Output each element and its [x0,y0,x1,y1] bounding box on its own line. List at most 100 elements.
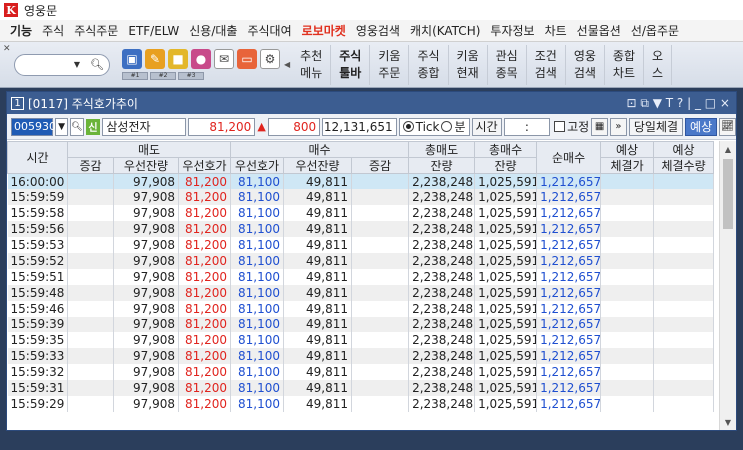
fixed-checkbox[interactable]: 고정 [554,118,589,135]
menu-hero-search[interactable]: 영웅검색 [351,22,405,39]
lock-icon[interactable]: ■ [168,49,188,69]
toolbar-kiwoom-order-button[interactable]: 키움 주문 [370,44,410,85]
monitor-icon[interactable]: ▭ [237,49,257,69]
forecast-button[interactable]: 예상 [685,117,718,136]
toolbar-recommend-menu-button[interactable]: 추천 메뉴 [292,44,332,85]
toolbar-kiwoom-current-button[interactable]: 키움 현재 [449,44,488,85]
save-icon[interactable]: ▣ [122,49,142,69]
radio-tick[interactable] [402,121,414,132]
stock-name-field[interactable]: 삼성전자 [102,117,187,136]
table-cell: 81,200 [178,364,232,381]
menu-chart[interactable]: 차트 [540,22,572,39]
col-buy-best-price[interactable]: 우선호가 [230,157,285,174]
table-cell: 1,212,657 [536,173,602,190]
toolbar-more-button[interactable]: 오스 [644,44,673,85]
table-row[interactable]: 15:59:39 97,908 81,200 81,100 49,811 2,238,24… [7,316,715,333]
table-row[interactable]: 15:59:52 97,908 81,200 81,100 49,811 2,238,24… [7,252,715,269]
table-row[interactable]: 15:59:53 97,908 81,200 81,100 49,811 2,238,24… [7,237,715,253]
menu-function[interactable]: 기능 [0,22,37,39]
toolbar-watchlist-button[interactable]: 관심 종목 [488,44,527,85]
table-cell: 81,200 [178,237,232,253]
menu-katch[interactable]: 캐치(KATCH) [405,22,485,39]
menu-credit-loan[interactable]: 신용/대출 [184,22,242,39]
toolbar-stock-summary-button[interactable]: 주식 종합 [409,44,449,85]
screen-search-combo[interactable]: ▼ 🔍︎ [14,53,110,76]
table-row[interactable]: 15:59:59 97,908 81,200 81,100 49,811 2,238,24… [7,189,715,206]
col-buy-best-qty[interactable]: 우선잔량 [283,157,353,174]
search-icon[interactable]: 🔍︎ [70,117,84,136]
table-row[interactable]: 15:59:35 97,908 81,200 81,100 49,811 2,238,24… [7,332,715,349]
time-input[interactable]: : [503,117,551,136]
table-cell [351,364,410,381]
col-time[interactable]: 시간 [7,141,68,174]
camera-icon[interactable]: ● [191,49,211,69]
col-total-sell-qty[interactable]: 잔량 [408,157,476,174]
menu-etf-elw[interactable]: ETF/ELW [123,24,184,38]
menu-stock-lending[interactable]: 주식대여 [242,22,296,39]
table-row[interactable]: 15:59:46 97,908 81,200 81,100 49,811 2,238,24… [7,300,715,317]
toolbar-condition-search-button[interactable]: 조건 검색 [527,44,566,85]
table-row[interactable]: 15:59:51 97,908 81,200 81,100 49,811 2,238,24… [7,268,715,285]
table-cell: 1,212,657 [536,237,602,253]
scroll-thumb[interactable] [723,159,733,229]
table-row[interactable]: 15:59:29 97,908 81,200 81,100 49,811 2,238,24… [7,395,715,412]
search-icon[interactable]: 🔍︎ [89,57,105,73]
gear-icon[interactable]: ⚙ [260,49,280,69]
col-exp-2: 예상 [653,141,715,158]
scroll-down-icon[interactable]: ▼ [720,414,736,430]
toolbar-hero-search-button[interactable]: 영웅 검색 [566,44,605,85]
toolbar-combined-chart-button[interactable]: 종합 차트 [605,44,644,85]
radio-minute[interactable] [441,121,453,132]
table-cell: 1,025,591 [474,205,538,222]
col-sell-best-qty[interactable]: 우선잔량 [113,157,179,174]
table-row[interactable]: 15:59:56 97,908 81,200 81,100 49,811 2,238,24… [7,221,715,238]
checkbox-box[interactable] [554,121,566,132]
table-row[interactable]: 15:59:32 97,908 81,200 81,100 49,811 2,238,24… [7,364,715,381]
edit-icon[interactable]: ✎ [145,49,165,69]
table-row[interactable]: 15:59:58 97,908 81,200 81,100 49,811 2,238,24… [7,205,715,222]
menu-robo-market[interactable]: 로보마켓 [297,22,351,39]
window-controls[interactable]: ⊡ ⧉ ▼ T ? | _ □ × [626,96,736,111]
workspace-slot-3[interactable]: #3 [178,72,204,80]
chevron-down-icon[interactable]: ▼ [55,117,69,136]
col-sell-change[interactable]: 증감 [67,157,114,174]
col-net-buy[interactable]: 순매수 [536,141,602,174]
double-chevron-right-icon[interactable]: » [610,117,627,136]
col-buy-change[interactable]: 증감 [351,157,410,174]
col-exp-qty[interactable]: 체결수량 [653,157,715,174]
table-cell [67,189,114,206]
message-icon[interactable]: ✉ [214,49,234,69]
toolbar-stock-toolbar-button[interactable]: 주식 툴바 [331,44,371,85]
chevron-left-icon[interactable]: ◀ [284,60,290,69]
col-sell-best-price[interactable]: 우선호가 [177,157,232,174]
table-cell [600,252,655,269]
table-cell [600,268,655,285]
workspace-slot-2[interactable]: #2 [150,72,176,80]
chevron-down-icon[interactable]: ▼ [69,57,85,73]
today-trades-button[interactable]: 당일체결 [628,117,684,136]
stock-code-input[interactable]: 005930 [11,117,56,136]
table-row[interactable]: 15:59:31 97,908 81,200 81,100 49,811 2,238,24… [7,380,715,396]
table-row[interactable]: 15:59:48 97,908 81,200 81,100 49,811 2,238,24… [7,284,715,301]
scroll-up-icon[interactable]: ▲ [720,141,736,157]
menu-stock[interactable]: 주식 [37,22,69,39]
table-cell: 15:59:29 [7,395,68,412]
table-cell: 2,238,248 [408,189,476,206]
table-cell [351,395,410,412]
col-total-buy-qty[interactable]: 잔량 [474,157,538,174]
vertical-scrollbar[interactable]: ▲ ▼ [719,141,736,430]
table-cell: 1,025,591 [474,395,538,412]
table-row[interactable]: 15:59:33 97,908 81,200 81,100 49,811 2,238,24… [7,348,715,365]
table-cell: 15:59:52 [7,252,68,269]
grid-settings-icon[interactable]: ▦ [591,117,609,136]
toolbar-close-icon[interactable]: ✕ [3,44,11,54]
table-cell: 1,025,591 [474,221,538,238]
menu-invest-info[interactable]: 투자정보 [485,22,539,39]
workspace-slot-1[interactable]: #1 [122,72,148,80]
menu-stock-order[interactable]: 주식주문 [69,22,123,39]
menu-futures-options[interactable]: 선물옵션 [572,22,626,39]
table-row[interactable]: 16:00:00 97,908 81,200 81,100 49,811 2,238,24… [7,173,715,190]
menu-futures-order[interactable]: 선/옵주문 [626,22,684,39]
col-exp-price[interactable]: 체결가 [600,157,655,174]
chart-icon[interactable]: 📈︎ [719,117,736,136]
